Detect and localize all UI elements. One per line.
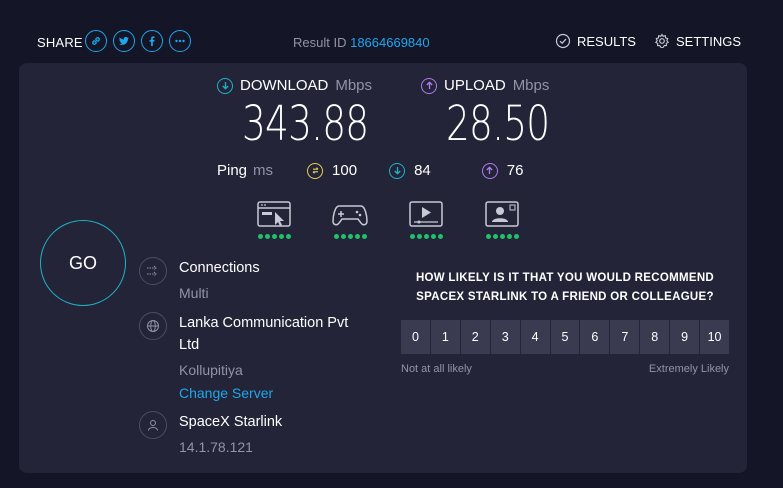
- survey-option-1[interactable]: 1: [430, 320, 460, 354]
- result-id-link[interactable]: 18664669840: [350, 35, 430, 50]
- settings-button[interactable]: SETTINGS: [654, 33, 741, 49]
- web-browsing-rating[interactable]: [255, 199, 293, 239]
- survey-option-6[interactable]: 6: [580, 320, 610, 354]
- upload-value: 28.50: [446, 96, 550, 152]
- survey-high-label: Extremely Likely: [648, 363, 729, 375]
- isp-name: Lanka Communication Pvt Ltd: [179, 315, 349, 353]
- survey-option-3[interactable]: 3: [490, 320, 520, 354]
- rating-dots: [333, 234, 367, 239]
- survey-option-10[interactable]: 10: [700, 320, 729, 354]
- change-server-link[interactable]: Change Server: [179, 382, 359, 404]
- top-bar: SHARE Result ID 18664669840 RESULTS SETT…: [0, 0, 783, 62]
- globe-icon: [139, 312, 167, 340]
- upload-unit: Mbps: [512, 77, 550, 94]
- facebook-icon[interactable]: [141, 30, 163, 52]
- download-label: DOWNLOAD: [240, 77, 329, 94]
- gear-icon: [654, 33, 670, 49]
- result-id-label: Result ID: [293, 35, 347, 50]
- video-streaming-icon: [409, 201, 443, 227]
- link-icon[interactable]: [85, 30, 107, 52]
- survey-option-0[interactable]: 0: [401, 320, 430, 354]
- survey-low-label: Not at all likely: [401, 363, 472, 375]
- upload-metric: UPLOAD Mbps 28.50: [421, 77, 578, 152]
- result-id: Result ID 18664669840: [293, 35, 430, 50]
- twitter-icon[interactable]: [113, 30, 135, 52]
- ping-label: Ping: [217, 162, 248, 179]
- connections-icon: [139, 257, 167, 285]
- download-unit: Mbps: [335, 77, 373, 94]
- download-value: 343.88: [242, 96, 369, 152]
- rating-dots: [257, 234, 291, 239]
- rating-dots: [485, 234, 519, 239]
- download-latency-icon: [389, 162, 406, 179]
- download-arrow-icon: [217, 77, 233, 94]
- rating-dots: [409, 234, 443, 239]
- share-icons: [85, 30, 191, 52]
- survey-option-8[interactable]: 8: [640, 320, 670, 354]
- ping-upload-value: 76: [506, 162, 524, 179]
- gaming-rating[interactable]: [331, 199, 369, 239]
- results-button[interactable]: RESULTS: [555, 33, 636, 49]
- survey-option-9[interactable]: 9: [670, 320, 700, 354]
- survey-scale-labels: Not at all likely Extremely Likely: [401, 363, 729, 375]
- ping-download-value: 84: [414, 162, 431, 179]
- survey-question: HOW LIKELY IS IT THAT YOU WOULD RECOMMEN…: [415, 272, 715, 303]
- share-label: SHARE: [37, 35, 83, 50]
- gaming-icon: [332, 205, 368, 226]
- video-streaming-rating[interactable]: [407, 199, 445, 239]
- survey-option-2[interactable]: 2: [460, 320, 490, 354]
- ping-row: Ping ms 100 84 76: [217, 162, 523, 179]
- upload-latency-icon: [481, 162, 498, 179]
- person-icon: [139, 411, 167, 439]
- more-icon[interactable]: [169, 30, 191, 52]
- ping-download: 84: [389, 162, 431, 179]
- settings-label: SETTINGS: [675, 33, 741, 49]
- download-metric: DOWNLOAD Mbps 343.88: [217, 77, 404, 152]
- ping-unit: ms: [253, 162, 274, 179]
- upload-arrow-icon: [421, 77, 437, 94]
- web-browsing-icon: [257, 201, 291, 227]
- go-button[interactable]: GO: [40, 220, 126, 306]
- recommend-survey: HOW LIKELY IS IT THAT YOU WOULD RECOMMEN…: [401, 269, 729, 375]
- server-location: Kollupitiya: [179, 362, 243, 378]
- survey-option-4[interactable]: 4: [520, 320, 550, 354]
- user-ip: 14.1.78.121: [179, 439, 253, 455]
- ping-upload: 76: [481, 162, 524, 179]
- connections-value: Multi: [179, 285, 209, 301]
- connections-title: Connections: [179, 260, 260, 276]
- idle-latency-icon: [307, 162, 324, 179]
- performance-icons: [255, 199, 521, 239]
- top-right-nav: RESULTS SETTINGS: [555, 33, 741, 49]
- video-chat-icon: [485, 201, 519, 227]
- results-card: DOWNLOAD Mbps 343.88 UPLOAD Mbps 28.50 P…: [19, 63, 747, 473]
- results-label: RESULTS: [576, 33, 636, 49]
- user-provider: SpaceX Starlink: [179, 414, 283, 430]
- survey-scale: 0 1 2 3 4 5 6 7 8 9 10: [401, 320, 729, 354]
- survey-option-5[interactable]: 5: [550, 320, 580, 354]
- ping-idle: 100: [307, 162, 357, 179]
- upload-label: UPLOAD: [444, 77, 506, 94]
- check-circle-icon: [555, 33, 571, 49]
- video-chat-rating[interactable]: [483, 199, 521, 239]
- survey-option-7[interactable]: 7: [610, 320, 640, 354]
- ping-idle-value: 100: [332, 162, 358, 179]
